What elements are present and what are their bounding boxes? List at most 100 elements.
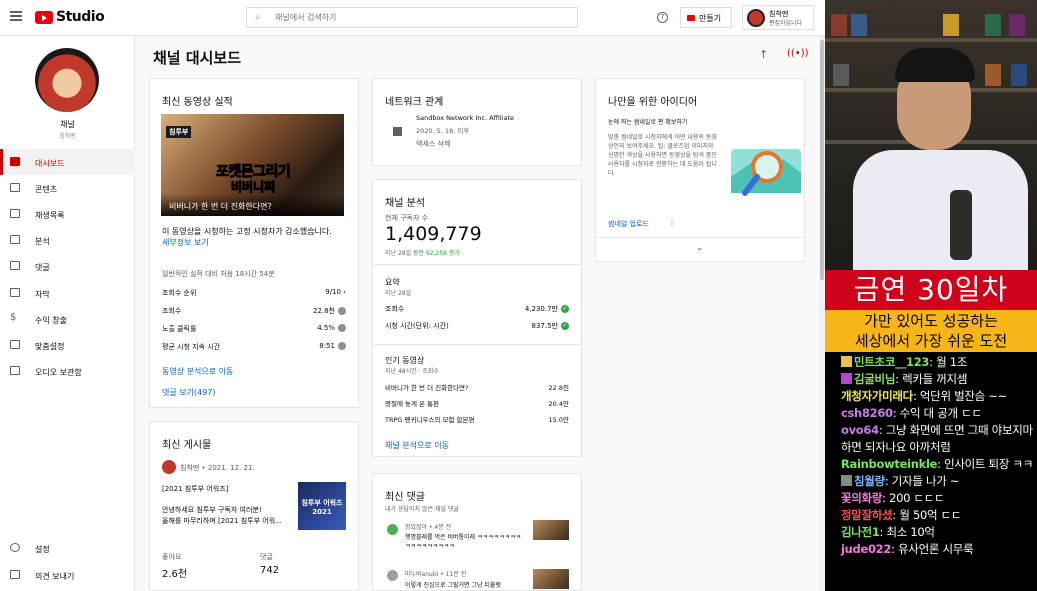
metric-label: 노출 클릭률 [162, 325, 197, 333]
more-icon[interactable]: ⋮ [668, 218, 676, 227]
sidebar-item-monetization[interactable]: $ 수익 창출 [0, 306, 135, 332]
sidebar-item-analytics[interactable]: 분석 [0, 227, 135, 253]
top-video-row[interactable]: TRPG 펭귀니우스의 모험 합본편 15.0만 [385, 414, 569, 424]
menu-icon[interactable] [10, 11, 22, 21]
sidebar-item-comments[interactable]: 댓글 [0, 253, 135, 279]
chat-text: 기자들 나가 ~ [891, 474, 960, 488]
post-line: 안녕하세요 침투부 구독자 여러분! [162, 506, 262, 514]
subscribers-value: 1,409,779 [385, 223, 482, 245]
sidebar-item-label: 재생목록 [35, 211, 65, 220]
comments-subtitle: 내가 응답하지 않은 채널 댓글 [385, 506, 459, 513]
remove-access-link[interactable]: 액세스 삭제 [416, 139, 450, 149]
top-video-views: 20.4만 [548, 400, 569, 408]
details-link[interactable]: 세부정보 보기 [162, 237, 209, 248]
metric-value[interactable]: 9/10 › [325, 288, 346, 296]
chat-badge-icon [841, 356, 852, 367]
chat-message: ovo64: 그냥 화면에 뜨면 그때 야보지마 하면 되자나요 아까처럼 [841, 423, 1033, 454]
channel-name: 침착맨 [59, 133, 76, 140]
check-icon: ✓ [561, 305, 569, 313]
channel-avatar[interactable] [35, 48, 99, 112]
chat-username: Rainbowteinkle [841, 457, 938, 471]
sidebar-item-subtitles[interactable]: 자막 [0, 280, 135, 306]
idea-body: 맞춤 썸네일로 시청자에게 어떤 내용의 동영상인지 보여주세요. 팁: 클로즈… [608, 134, 717, 177]
divider [596, 237, 804, 238]
account-role: 편집자입니다 [769, 20, 803, 27]
water-bottle [950, 190, 972, 260]
metric-row: 시청 시간(단위: 시간) 837.5만 ✓ [385, 321, 569, 331]
chat-username: 침월량 [854, 474, 885, 488]
streamer-body [853, 150, 1028, 270]
chat-username: 정말잘하셨 [841, 508, 893, 522]
divider [373, 344, 581, 345]
metric-label: 조회수 [385, 305, 405, 313]
streamer-hair [895, 48, 975, 82]
sidebar-item-settings[interactable]: 설정 [0, 535, 135, 561]
dollar-icon: $ [10, 312, 17, 323]
network-card: 네트워크 관계 Sandbox Network Inc. Affiliate 2… [372, 78, 582, 166]
chat-username: 꽃의화랑 [841, 491, 883, 505]
thumbnail-subtitle: 비버니찌 [230, 180, 276, 195]
upload-icon[interactable]: ↑ [759, 48, 768, 61]
sidebar-item-label: 설정 [35, 545, 50, 554]
top-video-views: 15.0만 [548, 416, 569, 424]
wand-icon [10, 340, 20, 349]
webcam-feed [825, 0, 1037, 270]
metric-value: 4.5% [317, 324, 335, 332]
search-input[interactable] [275, 11, 565, 24]
clock-icon [338, 342, 346, 350]
view-comments-link[interactable]: 댓글 보기(497) [162, 387, 216, 398]
channel-analytics-link[interactable]: 채널 분석으로 이동 [385, 440, 449, 451]
chat-text: 월 1조 [936, 355, 967, 369]
chat-text: 200 ㄷㄷㄷ [889, 491, 945, 505]
live-icon[interactable]: ((•)) [787, 48, 809, 59]
comment-text: 이렇게 진심으로 그릴거면 그냥 티뷸렛 [405, 582, 501, 589]
metric-row: 조회수 4,230.7만 ✓ [385, 304, 569, 314]
stream-title-banner: 금연 30일차 [825, 270, 1037, 310]
analytics-icon [10, 235, 20, 244]
scrollbar-thumb[interactable] [820, 40, 824, 280]
comment-video-thumbnail[interactable] [533, 520, 569, 540]
chat-username: ovo64 [841, 423, 879, 437]
top-video-row[interactable]: 비버니가 한 번 더 진화한다면? 22.8천 [385, 382, 569, 392]
chat-username: 민트초코__123 [854, 355, 930, 369]
sidebar-item-content[interactable]: 콘텐츠 [0, 175, 135, 201]
compare-text: 일반적인 실적 대비 처음 18시간 54분 [162, 270, 275, 278]
thumbnail-tag: 침투부 [166, 126, 192, 138]
search-box[interactable]: ⌕ [246, 7, 578, 28]
card-title: 최신 댓글 [385, 492, 425, 503]
network-name: Sandbox Network Inc. Affiliate [416, 114, 514, 122]
studio-logo-text[interactable]: Studio [56, 9, 105, 25]
sidebar-item-audio-library[interactable]: 오디오 보관함 [0, 358, 135, 384]
upload-thumbnail-link[interactable]: 썸네일 업로드 [608, 219, 649, 229]
sidebar: 채널 침착맨 대시보드 콘텐츠 재생목록 분석 댓글 자막 $ 수익 창출 맞춤… [0, 36, 135, 591]
create-button[interactable]: 만들기 [680, 7, 732, 28]
account-button[interactable]: 침착맨 편집자입니다 [742, 5, 814, 30]
card-title: 나만을 위한 아이디어 [608, 97, 698, 108]
chat-text: 수익 대 공개 ㄷㄷ [899, 406, 982, 420]
chevron-down-icon[interactable]: ⌄ [696, 243, 704, 253]
youtube-logo-icon[interactable] [35, 11, 53, 24]
sidebar-item-customization[interactable]: 맞춤설정 [0, 332, 135, 358]
video-analytics-link[interactable]: 동영상 분석으로 이동 [162, 366, 233, 377]
video-thumbnail[interactable]: 침투부 포켓몬그리기 비버니찌 비버니가 한 번 더 진화한다면? [161, 114, 344, 216]
post-thumbnail[interactable]: 침투부 어워즈 2021 [298, 482, 346, 530]
avatar [747, 9, 765, 27]
network-since: 2020. 5. 18. 이후 [416, 127, 470, 135]
sidebar-item-feedback[interactable]: 의견 보내기 [0, 562, 135, 588]
chat-username: 김나전1 [841, 525, 880, 539]
comment-video-thumbnail[interactable] [533, 569, 569, 589]
sidebar-item-label: 오디오 보관함 [35, 368, 82, 377]
latest-post-card: 최신 게시물 침착맨 • 2021. 12. 21. [2021 침투부 어워즈… [149, 421, 359, 591]
check-icon: ✓ [561, 322, 569, 330]
sidebar-item-playlists[interactable]: 재생목록 [0, 201, 135, 227]
idea-heading: 눈에 띄는 썸네일로 편 확보하기 [608, 119, 688, 126]
channel-analytics-card: 채널 분석 현재 구독자 수 1,409,779 지난 28일 동안 62,25… [372, 179, 582, 457]
help-icon[interactable]: ? [657, 12, 668, 23]
top-video-row[interactable]: 명절에 늦게 온 통편 20.4만 [385, 398, 569, 408]
sidebar-item-dashboard[interactable]: 대시보드 [0, 149, 135, 175]
metric-value: 837.5만 [531, 322, 558, 330]
summary-period: 지난 28일 [385, 290, 412, 297]
feedback-icon [10, 570, 20, 579]
screen: Studio ⌕ ? 만들기 침착맨 편집자입니다 채널 침착맨 대시보드 콘텐… [0, 0, 1037, 591]
content-icon [10, 183, 20, 192]
